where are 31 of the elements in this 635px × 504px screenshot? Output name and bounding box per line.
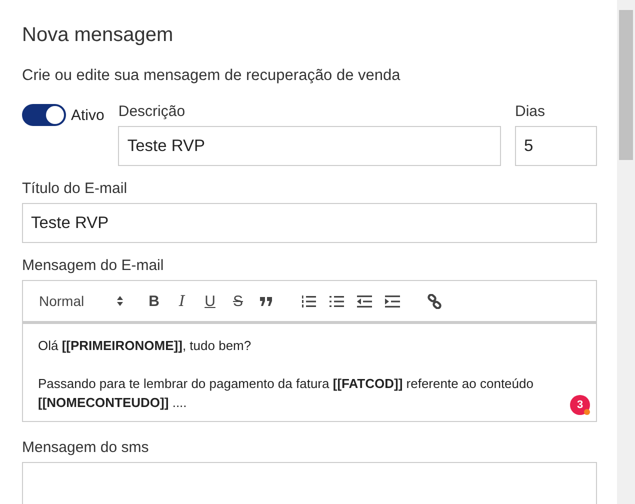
format-select[interactable]: Normal <box>31 293 126 309</box>
scrollbar[interactable] <box>617 0 635 504</box>
toggle-switch[interactable] <box>22 104 66 126</box>
message-paragraph: Olá [[PRIMEIRONOME]], tudo bem? <box>38 337 252 355</box>
sms-field[interactable] <box>22 462 597 504</box>
quote-icon <box>259 295 273 307</box>
bullet-list-icon <box>328 294 344 308</box>
message-editor[interactable]: Olá [[PRIMEIRONOME]], tudo bem? Passando para te lembrar do pagamento da fatura [[FATCOD]] referente ao conteúdo [[NOMECONTEUDO]] .... 3 <box>22 322 597 422</box>
field-label: Descrição <box>118 103 186 120</box>
scrollbar-thumb[interactable] <box>619 10 633 160</box>
italic-button[interactable]: I <box>168 289 196 313</box>
indent-icon <box>384 294 400 308</box>
description-field[interactable]: Teste RVP <box>118 126 501 166</box>
strike-button[interactable]: S <box>224 289 252 313</box>
numbered-list-icon <box>300 294 316 308</box>
field-label: Dias <box>515 103 546 120</box>
underline-button[interactable]: U <box>196 289 224 313</box>
bold-button[interactable]: B <box>140 289 168 313</box>
email-title-field[interactable]: Teste RVP <box>22 203 597 243</box>
subtitle: Crie ou edite sua mensagem de recuperação de venda <box>22 67 402 85</box>
count-badge: 3 <box>570 395 590 415</box>
field-label: Mensagem do E-mail <box>22 257 165 274</box>
field-label: Título do E-mail <box>22 180 128 197</box>
updown-icon <box>116 295 124 307</box>
message-paragraph: Passando para te lembrar do pagamento da fatura [[FATCOD]] referente ao conteúdo [[NOMECONTEUDO]] .... <box>38 375 534 412</box>
dialog-title: Nova mensagem <box>22 24 174 47</box>
field-label: Mensagem do sms <box>22 439 150 456</box>
link-icon <box>426 294 442 308</box>
outdent-icon <box>356 294 372 308</box>
toggle-label: Ativo <box>71 107 104 124</box>
days-field[interactable]: 5 <box>515 126 597 166</box>
